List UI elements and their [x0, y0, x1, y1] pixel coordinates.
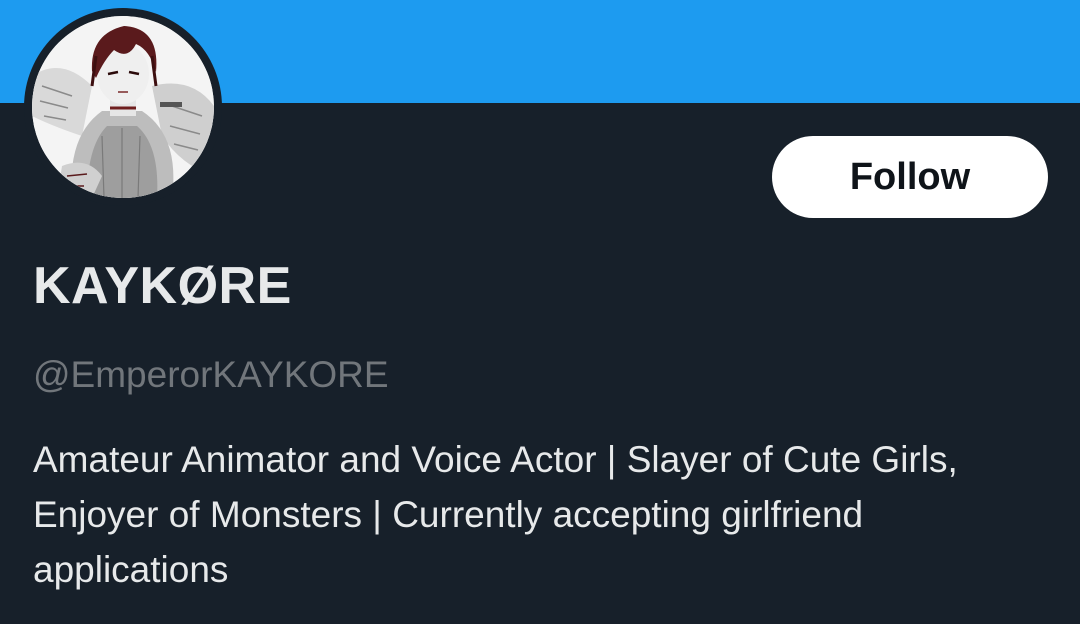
avatar-border — [24, 8, 222, 206]
anime-character-avatar-icon — [32, 16, 214, 198]
profile-card: Follow KAYKØRE @EmperorKAYKORE Amateur A… — [0, 0, 1080, 624]
avatar[interactable] — [32, 16, 214, 198]
follow-button[interactable]: Follow — [772, 136, 1048, 218]
display-name: KAYKØRE — [33, 257, 292, 315]
user-handle: @EmperorKAYKORE — [33, 354, 389, 395]
profile-bio: Amateur Animator and Voice Actor | Slaye… — [33, 439, 958, 590]
